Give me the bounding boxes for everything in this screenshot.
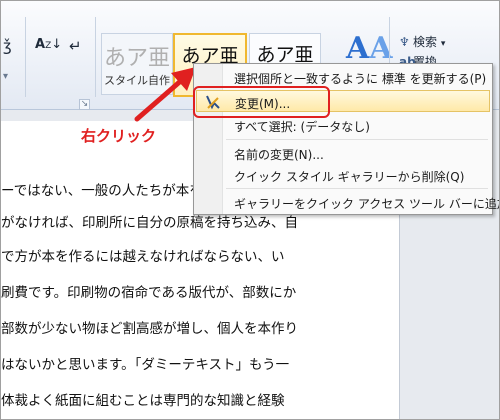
menu-item-remove-from-gallery[interactable]: クイック スタイル ギャラリーから削除(Q): [194, 164, 492, 186]
menu-item-add-to-quick-access[interactable]: ギャラリーをクイック アクセス ツール バーに追加(A): [194, 191, 499, 213]
window-frame: ǯ ▾ AZ↓ ↵ ↘ あア亜 スタイル自作 あア亜 あア亜 AA ♆ 検索 ▾ …: [0, 0, 500, 420]
menu-item-label: 選択個所と一致するように 標準 を更新する(P): [234, 72, 487, 86]
menu-item-label: ギャラリーをクイック アクセス ツール バーに追加(A): [234, 197, 500, 211]
menu-separator: [226, 188, 488, 189]
menu-item-label: すべて選択: (データなし): [234, 120, 370, 134]
highlight-ring: [193, 86, 330, 118]
menu-separator: [226, 139, 488, 140]
menu-item-label: 名前の変更(N)...: [234, 148, 324, 162]
menu-item-update-to-match[interactable]: 選択個所と一致するように 標準 を更新する(P): [194, 66, 492, 88]
menu-item-label: クイック スタイル ギャラリーから削除(Q): [234, 170, 465, 184]
menu-item-rename[interactable]: 名前の変更(N)...: [194, 142, 492, 164]
